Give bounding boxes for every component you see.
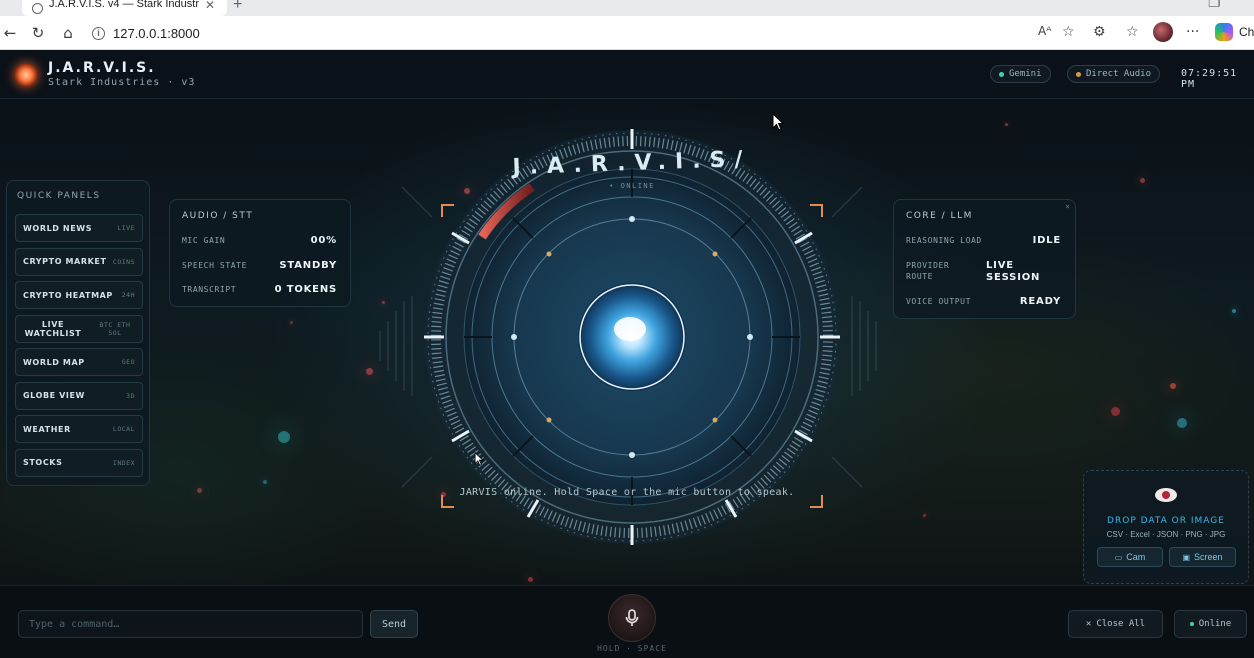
globe-icon: [32, 2, 43, 14]
tab-close-icon[interactable]: ✕: [205, 0, 215, 12]
quick-panel-tag: INDEX: [112, 458, 135, 467]
quick-panel-crypto-heatmap[interactable]: CRYPTO HEATMAP 24H: [15, 281, 143, 309]
home-icon[interactable]: ⌂: [58, 23, 78, 43]
drop-zone[interactable]: DROP DATA OR IMAGE CSV · Excel · JSON · …: [1083, 470, 1249, 584]
quick-panels: QUICK PANELS WORLD NEWS LIVE CRYPTO MARKET…: [6, 180, 150, 486]
quick-panel-label: GLOBE VIEW: [23, 391, 85, 400]
site-info-icon[interactable]: i: [92, 26, 105, 40]
drop-zone-title: DROP DATA OR IMAGE: [1107, 516, 1225, 526]
online-dot-icon: [1189, 622, 1194, 626]
send-button[interactable]: Send: [370, 610, 418, 638]
browser-tabstrip: J.A.R.V.I.S. v4 — Stark Industries ✕ + ❐: [0, 0, 1254, 16]
close-icon: ✕: [1085, 619, 1092, 629]
camera-icon: ▭: [1114, 552, 1123, 562]
more-menu-icon[interactable]: ···: [1186, 24, 1199, 40]
new-tab-icon[interactable]: +: [233, 0, 242, 14]
transcript-label: TRANSCRIPT: [182, 285, 237, 294]
copilot-label[interactable]: Cha: [1239, 25, 1254, 39]
quick-panel-stocks[interactable]: STOCKS INDEX: [15, 448, 143, 477]
monitor-icon: ▣: [1182, 552, 1191, 562]
jarvis-hud: [379, 129, 877, 545]
hud-status: • ONLINE: [609, 182, 655, 190]
command-input[interactable]: [18, 610, 363, 638]
restore-window-icon[interactable]: ❐: [1208, 0, 1221, 11]
quick-panels-heading: QUICK PANELS: [17, 191, 101, 201]
quick-panel-world-news[interactable]: WORLD NEWS LIVE: [15, 214, 143, 242]
online-label: Online: [1198, 619, 1232, 629]
profile-avatar[interactable]: [1153, 22, 1173, 42]
core-panel-heading: CORE / LLM: [906, 211, 973, 221]
mic-gain-value: 00%: [310, 235, 337, 246]
quick-panel-label: WORLD NEWS: [23, 223, 93, 233]
speech-state-value: STANDBY: [279, 260, 337, 271]
panel-close-icon[interactable]: ×: [1065, 202, 1070, 211]
reload-icon[interactable]: ↻: [28, 23, 48, 43]
core-llm-panel: CORE / LLM × REASONING LOAD IDLE PROVIDE…: [893, 199, 1076, 319]
voice-output-value: READY: [1019, 296, 1061, 307]
cam-button[interactable]: ▭ Cam: [1097, 547, 1163, 567]
quick-panel-tag: LOCAL: [112, 425, 135, 433]
mic-gain-label: MIC GAIN: [182, 236, 226, 245]
quick-panel-tag: 3D: [126, 391, 135, 400]
online-status-button[interactable]: Online: [1174, 610, 1247, 638]
extensions-icon[interactable]: ⚙: [1093, 24, 1106, 40]
eye-icon: [1155, 488, 1177, 502]
quick-panel-globe-view[interactable]: GLOBE VIEW 3D: [15, 381, 143, 410]
provider-route-label: PROVIDER ROUTE: [906, 261, 950, 281]
screen-button-label: Screen: [1194, 552, 1223, 562]
quick-panel-tag: GEO: [121, 358, 135, 366]
audio-panel-heading: AUDIO / STT: [182, 211, 254, 221]
audio-stt-panel: AUDIO / STT MIC GAIN 00% SPEECH STATE ST…: [169, 199, 351, 307]
read-aloud-icon[interactable]: Aᴬ: [1038, 24, 1051, 38]
back-icon[interactable]: ←: [0, 23, 20, 43]
quick-panel-world-map[interactable]: WORLD MAP GEO: [15, 348, 143, 376]
voice-output-label: VOICE OUTPUT: [906, 297, 971, 306]
quick-panel-tag: COINS: [112, 257, 135, 266]
quick-panel-tag: BTC ETH SOL: [99, 320, 131, 337]
hold-space-hint: HOLD · SPACE: [597, 644, 667, 653]
quick-panel-label: STOCKS: [23, 458, 63, 467]
address-bar[interactable]: i 127.0.0.1:8000: [84, 19, 1084, 47]
quick-panel-label: WORLD MAP: [23, 357, 85, 367]
screen-button[interactable]: ▣ Screen: [1169, 547, 1236, 567]
quick-panel-tag: 24H: [121, 291, 135, 299]
quick-panel-crypto-market[interactable]: CRYPTO MARKET COINS: [15, 247, 143, 276]
quick-panel-label: WEATHER: [23, 424, 71, 434]
url-text[interactable]: 127.0.0.1:8000: [113, 26, 200, 41]
quick-panel-weather[interactable]: WEATHER LOCAL: [15, 415, 143, 443]
quick-panel-label: CRYPTO HEATMAP: [23, 290, 113, 300]
provider-route-value: LIVE SESSION: [986, 260, 1041, 283]
tab-title: J.A.R.V.I.S. v4 — Stark Industries: [49, 0, 199, 10]
quick-panel-label: LIVE WATCHLIST: [24, 319, 82, 338]
reasoning-load-value: IDLE: [1032, 235, 1061, 246]
cam-button-label: Cam: [1126, 552, 1146, 562]
mic-button[interactable]: [608, 594, 656, 642]
quick-panel-label: CRYPTO MARKET: [23, 257, 107, 266]
close-all-button[interactable]: ✕ Close All: [1068, 610, 1163, 638]
quick-panel-live-watchlist[interactable]: LIVE WATCHLIST BTC ETH SOL: [15, 314, 143, 343]
command-bar: Send HOLD · SPACE ✕ Close All Online: [0, 585, 1254, 658]
browser-tab[interactable]: J.A.R.V.I.S. v4 — Stark Industries ✕: [22, 0, 227, 16]
transcript-value: 0 TOKENS: [274, 284, 337, 295]
quick-panel-tag: LIVE: [117, 224, 135, 232]
copilot-icon[interactable]: [1215, 23, 1233, 41]
favorite-star-icon[interactable]: ☆: [1062, 24, 1075, 40]
mouse-cursor-icon: [772, 113, 784, 131]
drop-zone-types: CSV · Excel · JSON · PNG · JPG: [1106, 530, 1226, 539]
jarvis-app: J.A.R.V.I.S. Stark Industries · v3 Gemin…: [0, 51, 1254, 658]
mouse-cursor-icon: [474, 452, 484, 466]
status-message: JARVIS online. Hold Space or the mic but…: [459, 487, 795, 498]
reasoning-load-label: REASONING LOAD: [906, 236, 982, 245]
speech-state-label: SPEECH STATE: [182, 261, 247, 270]
browser-toolbar: ← ↻ ⌂ i 127.0.0.1:8000 Aᴬ ☆ ⚙ ☆ ···: [0, 16, 1254, 50]
collections-icon[interactable]: ☆: [1126, 24, 1139, 40]
close-all-label: Close All: [1096, 619, 1146, 629]
microphone-icon: [625, 609, 639, 626]
